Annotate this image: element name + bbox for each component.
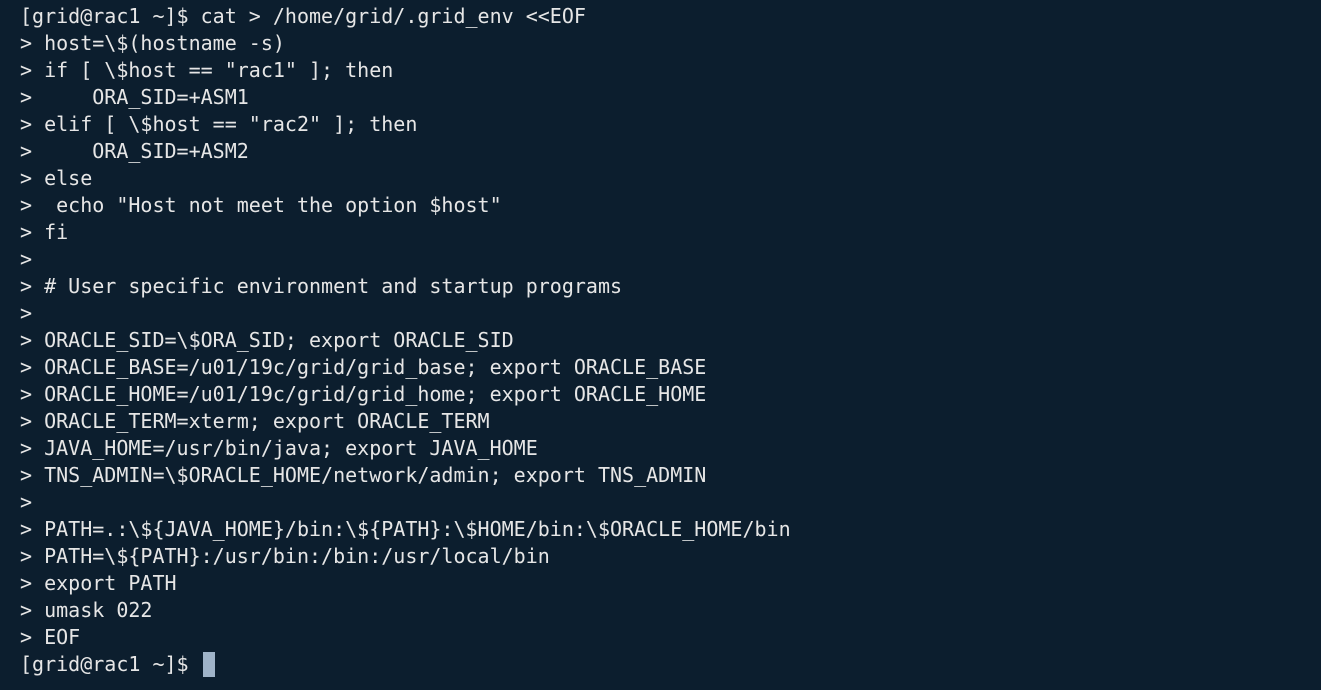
terminal-line: > ORACLE_HOME=/u01/19c/grid/grid_home; e… — [20, 382, 707, 406]
terminal-line: > # User specific environment and startu… — [20, 274, 623, 298]
terminal-line: [grid@rac1 ~]$ cat > /home/grid/.grid_en… — [20, 4, 586, 28]
terminal-line: > ORA_SID=+ASM1 — [20, 85, 249, 109]
terminal-line: > echo "Host not meet the option $host" — [20, 193, 502, 217]
terminal-line: > host=\$(hostname -s) — [20, 31, 285, 55]
terminal-line: > if [ \$host == "rac1" ]; then — [20, 58, 394, 82]
terminal-line: > ORACLE_SID=\$ORA_SID; export ORACLE_SI… — [20, 328, 514, 352]
terminal-window[interactable]: [grid@rac1 ~]$ cat > /home/grid/.grid_en… — [0, 0, 1321, 690]
terminal-output: [grid@rac1 ~]$ cat > /home/grid/.grid_en… — [20, 3, 1321, 651]
terminal-line: > PATH=\${PATH}:/usr/bin:/bin:/usr/local… — [20, 544, 550, 568]
terminal-line: > ORACLE_BASE=/u01/19c/grid/grid_base; e… — [20, 355, 707, 379]
terminal-line: > PATH=.:\${JAVA_HOME}/bin:\${PATH}:\$HO… — [20, 517, 791, 541]
terminal-line: > umask 022 — [20, 598, 153, 622]
terminal-line: > export PATH — [20, 571, 177, 595]
terminal-input-line[interactable]: [grid@rac1 ~]$ — [20, 651, 1321, 678]
terminal-line: > else — [20, 166, 93, 190]
terminal-line: > TNS_ADMIN=\$ORACLE_HOME/network/admin;… — [20, 463, 707, 487]
terminal-line: > JAVA_HOME=/usr/bin/java; export JAVA_H… — [20, 436, 538, 460]
terminal-line: > — [20, 247, 33, 271]
terminal-line: > elif [ \$host == "rac2" ]; then — [20, 112, 418, 136]
text-cursor — [202, 652, 215, 677]
terminal-line: > EOF — [20, 625, 81, 649]
terminal-line: > — [20, 301, 33, 325]
terminal-line: > ORACLE_TERM=xterm; export ORACLE_TERM — [20, 409, 490, 433]
terminal-line: > fi — [20, 220, 69, 244]
terminal-line: > — [20, 490, 33, 514]
shell-prompt: [grid@rac1 ~]$ — [20, 652, 201, 676]
terminal-line: > ORA_SID=+ASM2 — [20, 139, 249, 163]
